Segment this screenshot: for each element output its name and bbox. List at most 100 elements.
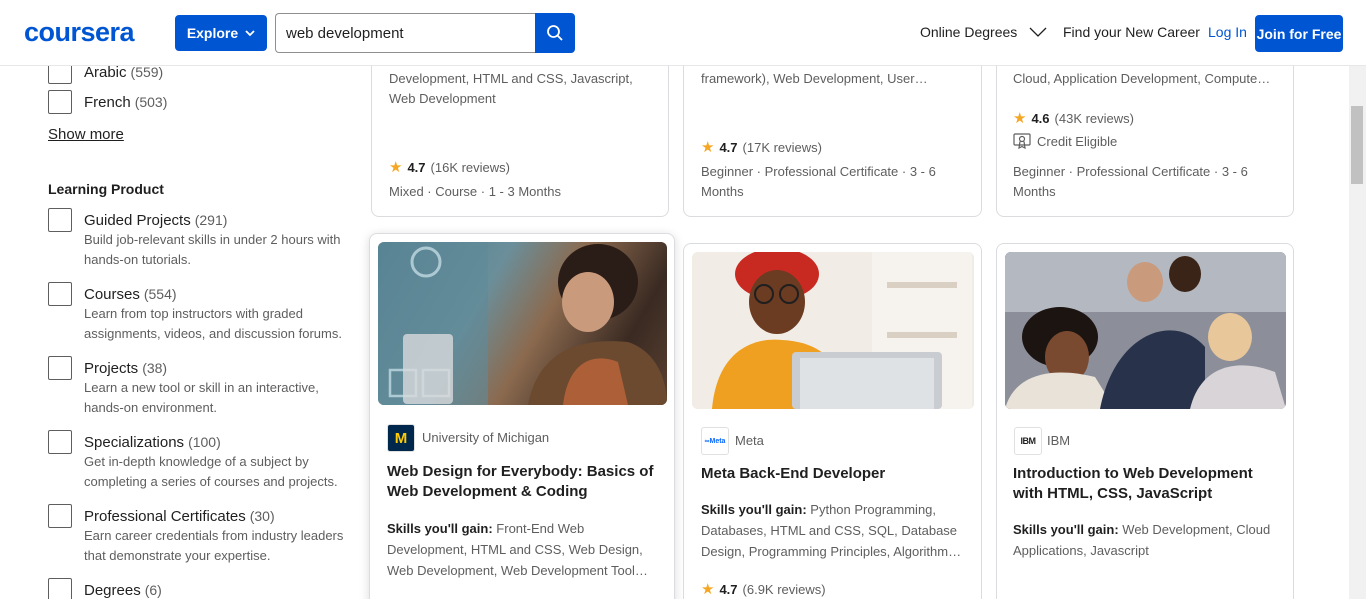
card-meta: Beginner · Professional Certificate · 3 … — [701, 164, 936, 199]
partner-name: University of Michigan — [422, 430, 550, 445]
filter-label-text: French — [84, 94, 131, 111]
checkbox-degrees[interactable] — [48, 578, 72, 599]
star-icon: ★ — [701, 139, 715, 156]
filter-count: (30) — [249, 508, 275, 524]
course-skills: Skills you'll gain: Web Development, Clo… — [1013, 519, 1283, 561]
online-degrees-link[interactable]: Online Degrees — [920, 24, 1047, 40]
checkbox-courses[interactable] — [48, 282, 72, 306]
card-skills: Cloud, Application Development, Compute… — [1013, 71, 1271, 86]
rating-value: 4.7 — [719, 581, 738, 597]
filter-projects[interactable]: Projects (38) — [84, 360, 167, 377]
filter-description: Get in-depth knowledge of a subject by c… — [84, 454, 338, 489]
card-skills: framework), Web Development, User… — [701, 71, 928, 86]
rating-value: 4.7 — [719, 139, 738, 155]
course-image — [1005, 252, 1286, 409]
online-degrees-label: Online Degrees — [920, 24, 1018, 40]
skills-label: Skills you'll gain: — [387, 521, 493, 536]
filter-count: (100) — [188, 434, 221, 450]
filter-count: (503) — [134, 94, 168, 110]
filter-count: (38) — [142, 360, 168, 376]
filter-description: Build job-relevant skills in under 2 hou… — [84, 232, 341, 267]
checkbox-professional-certificates[interactable] — [48, 504, 72, 528]
scrollbar-thumb[interactable] — [1351, 106, 1363, 184]
course-skills: Skills you'll gain: Python Programming, … — [701, 499, 971, 562]
course-image-illustration — [378, 242, 667, 405]
course-skills: Skills you'll gain: Front-End Web Develo… — [387, 518, 665, 581]
course-title[interactable]: Web Design for Everybody: Basics of Web … — [387, 462, 662, 502]
card-rating: ★ 4.6 (43K reviews) — [1013, 109, 1134, 127]
filter-label-text: Guided Projects — [84, 212, 191, 229]
filter-description: Learn from top instructors with graded a… — [84, 306, 342, 341]
filter-count: (554) — [143, 286, 177, 302]
rating-reviews: (43K reviews) — [1054, 110, 1134, 126]
search-icon — [547, 25, 563, 41]
filter-label-text: Courses — [84, 286, 140, 303]
course-image — [692, 252, 974, 409]
filter-french[interactable]: French (503) — [84, 94, 167, 111]
course-title[interactable]: Meta Back-End Developer — [701, 464, 966, 484]
star-icon: ★ — [1013, 110, 1027, 127]
michigan-logo: M — [387, 424, 415, 452]
rating-reviews: (17K reviews) — [742, 139, 822, 155]
filter-label-text: Arabic — [84, 64, 127, 81]
chevron-down-icon — [1029, 27, 1047, 37]
checkbox-projects[interactable] — [48, 356, 72, 380]
coursera-logo[interactable]: coursera — [24, 17, 135, 48]
credit-badge-icon — [1013, 133, 1031, 149]
filter-label-text: Projects — [84, 360, 139, 377]
search-input[interactable]: web development — [275, 13, 535, 53]
course-image — [378, 242, 667, 405]
rating-reviews: (6.9K reviews) — [742, 581, 826, 597]
filter-arabic[interactable]: Arabic (559) — [84, 64, 163, 81]
course-card-meta-backend[interactable]: ∞Meta Meta Meta Back-End Developer Skill… — [683, 243, 982, 599]
filter-degrees[interactable]: Degrees (6) — [84, 582, 162, 599]
learning-product-title: Learning Product — [48, 181, 164, 197]
skills-label: Skills you'll gain: — [701, 502, 807, 517]
filter-description: Earn career credentials from industry le… — [84, 528, 344, 563]
card-rating: ★ 4.7 (17K reviews) — [701, 138, 822, 156]
show-more-link[interactable]: Show more — [48, 126, 124, 143]
card-meta: Mixed · Course · 1 - 3 Months — [389, 184, 561, 199]
filter-guided-projects[interactable]: Guided Projects (291) — [84, 212, 227, 229]
page-scrollbar[interactable] — [1349, 66, 1366, 599]
credit-eligible: Credit Eligible — [1013, 133, 1117, 149]
search-button[interactable] — [535, 13, 575, 53]
top-header: coursera Explore web development Online … — [0, 0, 1366, 66]
rating-value: 4.6 — [1031, 110, 1050, 126]
card-rating: ★ 4.7 (6.9K reviews) — [701, 580, 826, 598]
checkbox-french[interactable] — [48, 90, 72, 114]
star-icon: ★ — [389, 159, 403, 176]
course-card-ibm-intro-web[interactable]: IBM IBM Introduction to Web Development … — [996, 243, 1294, 599]
course-card-web-design[interactable]: M University of Michigan Web Design for … — [369, 233, 675, 599]
ibm-logo: IBM — [1014, 427, 1042, 455]
card-meta: Beginner · Professional Certificate · 3 … — [1013, 164, 1248, 199]
filter-count: (559) — [130, 64, 164, 80]
credit-label: Credit Eligible — [1037, 133, 1118, 149]
checkbox-specializations[interactable] — [48, 430, 72, 454]
filter-specializations[interactable]: Specializations (100) — [84, 434, 221, 451]
course-title[interactable]: Introduction to Web Development with HTM… — [1013, 464, 1278, 504]
course-image-illustration — [692, 252, 974, 409]
join-button[interactable]: Join for Free — [1255, 15, 1343, 52]
checkbox-guided-projects[interactable] — [48, 208, 72, 232]
rating-reviews: (16K reviews) — [430, 159, 510, 175]
filter-professional-certificates[interactable]: Professional Certificates (30) — [84, 508, 275, 525]
card-skills: Development, HTML and CSS, Javascript, W… — [389, 71, 633, 106]
find-career-link[interactable]: Find your New Career — [1063, 24, 1200, 40]
filter-courses[interactable]: Courses (554) — [84, 286, 177, 303]
star-icon: ★ — [701, 581, 715, 598]
rating-value: 4.7 — [407, 159, 426, 175]
course-image-illustration — [1005, 252, 1286, 409]
filter-label-text: Specializations — [84, 434, 185, 451]
filter-count: (6) — [144, 582, 162, 598]
explore-button[interactable]: Explore — [175, 15, 267, 51]
partner-name: Meta — [735, 433, 764, 448]
skills-label: Skills you'll gain: — [1013, 522, 1119, 537]
login-link[interactable]: Log In — [1208, 24, 1247, 40]
filter-label-text: Degrees — [84, 582, 141, 599]
card-rating: ★ 4.7 (16K reviews) — [389, 158, 510, 176]
chevron-down-icon — [245, 29, 255, 36]
filter-count: (291) — [194, 212, 228, 228]
explore-label: Explore — [186, 25, 239, 41]
filter-label-text: Professional Certificates — [84, 508, 246, 525]
